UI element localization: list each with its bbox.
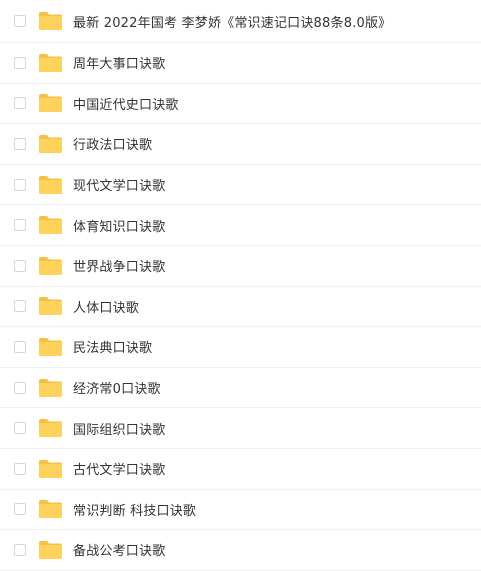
- file-row[interactable]: 古代文学口诀歌: [0, 449, 481, 490]
- file-name[interactable]: 人体口诀歌: [73, 297, 139, 316]
- file-name[interactable]: 国际组织口诀歌: [73, 419, 165, 438]
- row-checkbox[interactable]: [14, 422, 26, 435]
- folder-icon: [38, 93, 63, 113]
- file-name[interactable]: 世界战争口诀歌: [73, 256, 165, 275]
- folder-icon: [38, 378, 63, 398]
- file-row[interactable]: 备战公考口诀歌: [0, 530, 481, 571]
- folder-icon: [38, 459, 63, 479]
- folder-icon: [38, 337, 63, 357]
- file-name[interactable]: 中国近代史口诀歌: [73, 94, 179, 113]
- folder-icon: [38, 499, 63, 519]
- row-checkbox[interactable]: [14, 462, 26, 475]
- row-checkbox[interactable]: [14, 137, 26, 150]
- row-checkbox[interactable]: [14, 219, 26, 232]
- row-checkbox[interactable]: [14, 178, 26, 191]
- file-list: 最新 2022年国考 李梦娇《常识速记口诀88条8.0版》 周年大事口诀歌 中国…: [0, 0, 481, 571]
- file-name[interactable]: 行政法口诀歌: [73, 134, 152, 153]
- file-row[interactable]: 中国近代史口诀歌: [0, 84, 481, 125]
- file-row[interactable]: 常识判断 科技口诀歌: [0, 490, 481, 531]
- folder-icon: [38, 296, 63, 316]
- file-row[interactable]: 经济常0口诀歌: [0, 368, 481, 409]
- row-checkbox[interactable]: [14, 97, 26, 110]
- row-checkbox[interactable]: [14, 543, 26, 556]
- row-checkbox[interactable]: [14, 340, 26, 353]
- file-name[interactable]: 周年大事口诀歌: [73, 53, 165, 72]
- folder-icon: [38, 256, 63, 276]
- file-row[interactable]: 国际组织口诀歌: [0, 408, 481, 449]
- file-name[interactable]: 古代文学口诀歌: [73, 459, 165, 478]
- file-row[interactable]: 周年大事口诀歌: [0, 43, 481, 84]
- file-row[interactable]: 行政法口诀歌: [0, 124, 481, 165]
- row-checkbox[interactable]: [14, 300, 26, 313]
- file-row[interactable]: 现代文学口诀歌: [0, 165, 481, 206]
- folder-icon: [38, 215, 63, 235]
- row-checkbox[interactable]: [14, 56, 26, 69]
- file-name[interactable]: 经济常0口诀歌: [73, 378, 161, 397]
- folder-icon: [38, 134, 63, 154]
- file-name[interactable]: 常识判断 科技口诀歌: [73, 500, 196, 519]
- folder-icon: [38, 11, 63, 31]
- file-name[interactable]: 备战公考口诀歌: [73, 540, 165, 559]
- file-name[interactable]: 现代文学口诀歌: [73, 175, 165, 194]
- file-row[interactable]: 最新 2022年国考 李梦娇《常识速记口诀88条8.0版》: [0, 0, 481, 43]
- row-checkbox[interactable]: [14, 259, 26, 272]
- row-checkbox[interactable]: [14, 503, 26, 516]
- folder-icon: [38, 418, 63, 438]
- file-name[interactable]: 体育知识口诀歌: [73, 216, 165, 235]
- folder-icon: [38, 540, 63, 560]
- file-row[interactable]: 世界战争口诀歌: [0, 246, 481, 287]
- file-row[interactable]: 人体口诀歌: [0, 287, 481, 328]
- folder-icon: [38, 53, 63, 73]
- row-checkbox[interactable]: [14, 15, 26, 27]
- file-row[interactable]: 体育知识口诀歌: [0, 205, 481, 246]
- file-row[interactable]: 民法典口诀歌: [0, 327, 481, 368]
- file-name[interactable]: 最新 2022年国考 李梦娇《常识速记口诀88条8.0版》: [73, 12, 391, 31]
- file-name[interactable]: 民法典口诀歌: [73, 337, 152, 356]
- row-checkbox[interactable]: [14, 381, 26, 394]
- folder-icon: [38, 175, 63, 195]
